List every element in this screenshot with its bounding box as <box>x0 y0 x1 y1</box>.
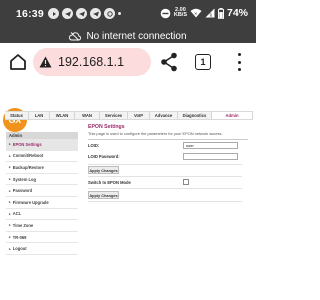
browser-toolbar: 192.168.1.1 1 <box>0 43 256 81</box>
tab-diagnostics[interactable]: Diagnostics <box>178 112 212 119</box>
tab-wlan[interactable]: WLAN <box>50 112 75 119</box>
bullet-arrow-icon: ▸ <box>9 211 11 216</box>
bullet-arrow-icon: ▸ <box>9 165 11 170</box>
clock: 16:39 <box>16 8 44 20</box>
warning-icon[interactable] <box>39 56 52 68</box>
sidebar-item-backup-restore[interactable]: ▸ Backup/Restore <box>6 162 78 174</box>
screen: 16:39 2.00 KB/S ✕ R 74% No internet conn… <box>0 0 256 300</box>
system-icons: 2.00 KB/S ✕ R 74% <box>160 7 248 19</box>
dnd-icon <box>160 8 171 18</box>
tab-admin[interactable]: Admin <box>212 112 253 119</box>
tab-wan[interactable]: WAN <box>75 112 100 119</box>
admin-sidebar: Admin ▸ EPON Settings ▸ Commit/Reboot ▸ Bac… <box>6 132 78 255</box>
top-nav: Status LAN WLAN WAN Services VoIP Advanc… <box>5 111 253 120</box>
offline-cloud-icon <box>69 31 82 41</box>
sidebar-item-time-zone[interactable]: ▸ Time Zone <box>6 220 78 232</box>
sidebar-item-password[interactable]: ▸ Password <box>6 185 78 197</box>
sidebar-item-tr069[interactable]: ▸ TR-069 <box>6 232 78 244</box>
svg-text:✕: ✕ <box>194 11 197 16</box>
bullet-arrow-icon: ▸ <box>9 223 11 228</box>
more-notifications-dot <box>118 12 121 15</box>
loid-label: LOID: <box>88 143 100 148</box>
bullet-arrow-icon: ▸ <box>9 142 11 147</box>
network-speed: 2.00 KB/S <box>173 7 187 18</box>
switch-epon-label: Switch to EPON Mode <box>88 180 131 185</box>
no-internet-banner: No internet connection <box>0 29 256 43</box>
bullet-arrow-icon: ▸ <box>9 153 11 158</box>
epon-settings-panel: EPON Settings This page is used to confi… <box>88 124 248 202</box>
sidebar-header: Admin <box>6 132 78 139</box>
battery-percent: 74% <box>226 7 248 19</box>
address-bar[interactable]: 192.168.1.1 <box>33 48 151 76</box>
home-icon[interactable] <box>8 52 28 72</box>
bullet-arrow-icon: ▸ <box>9 200 11 205</box>
telegram-icon-3 <box>90 8 101 19</box>
sidebar-item-acl[interactable]: ▸ ACL <box>6 209 78 221</box>
sidebar-item-system-log[interactable]: ▸ System Log <box>6 174 78 186</box>
share-icon[interactable] <box>160 52 178 72</box>
tab-lan[interactable]: LAN <box>29 112 50 119</box>
notification-icons <box>48 8 121 19</box>
divider <box>88 139 248 140</box>
apply-changes-button-2[interactable]: Apply Changes <box>88 191 119 199</box>
divider <box>88 188 242 189</box>
tab-status[interactable]: Status <box>5 112 29 119</box>
sidebar-item-epon-settings[interactable]: ▸ EPON Settings <box>6 139 78 151</box>
tab-switcher-button[interactable]: 1 <box>195 54 211 70</box>
tab-services[interactable]: Services <box>100 112 128 119</box>
youtube-icon <box>48 8 59 19</box>
battery-icon <box>217 7 224 19</box>
loid-password-label: LOID Password: <box>88 154 120 159</box>
sidebar-item-commit-reboot[interactable]: ▸ Commit/Reboot <box>6 151 78 163</box>
page-description: This page is used to configure the param… <box>88 131 223 136</box>
loid-input[interactable]: user <box>183 142 238 149</box>
url-text[interactable]: 192.168.1.1 <box>58 55 124 69</box>
bullet-arrow-icon: ▸ <box>9 235 11 240</box>
page-title: EPON Settings <box>88 124 125 130</box>
switch-epon-checkbox[interactable] <box>183 179 189 185</box>
bullet-arrow-icon: ▸ <box>9 188 11 193</box>
wifi-icon: ✕ <box>190 8 202 18</box>
android-status-bar: 16:39 2.00 KB/S ✕ R 74% <box>0 0 256 29</box>
divider <box>88 201 242 202</box>
no-internet-text: No internet connection <box>86 30 187 42</box>
svg-text:R: R <box>209 13 212 18</box>
divider <box>88 164 242 165</box>
loid-password-input[interactable] <box>183 153 238 160</box>
whatsapp-icon <box>104 8 115 19</box>
sidebar-item-firmware-upgrade[interactable]: ▸ Firmware Upgrade <box>6 197 78 209</box>
sidebar-item-logout[interactable]: ▸ Logout <box>6 243 78 255</box>
tab-advance[interactable]: Advance <box>150 112 178 119</box>
tab-voip[interactable]: VoIP <box>128 112 150 119</box>
bullet-arrow-icon: ▸ <box>9 177 11 182</box>
bullet-arrow-icon: ▸ <box>9 246 11 251</box>
mobile-signal-icon: R <box>205 8 215 18</box>
divider <box>88 176 242 177</box>
apply-changes-button[interactable]: Apply Changes <box>88 166 119 174</box>
telegram-icon <box>62 8 73 19</box>
telegram-icon-2 <box>76 8 87 19</box>
overflow-menu-icon[interactable] <box>236 53 242 71</box>
